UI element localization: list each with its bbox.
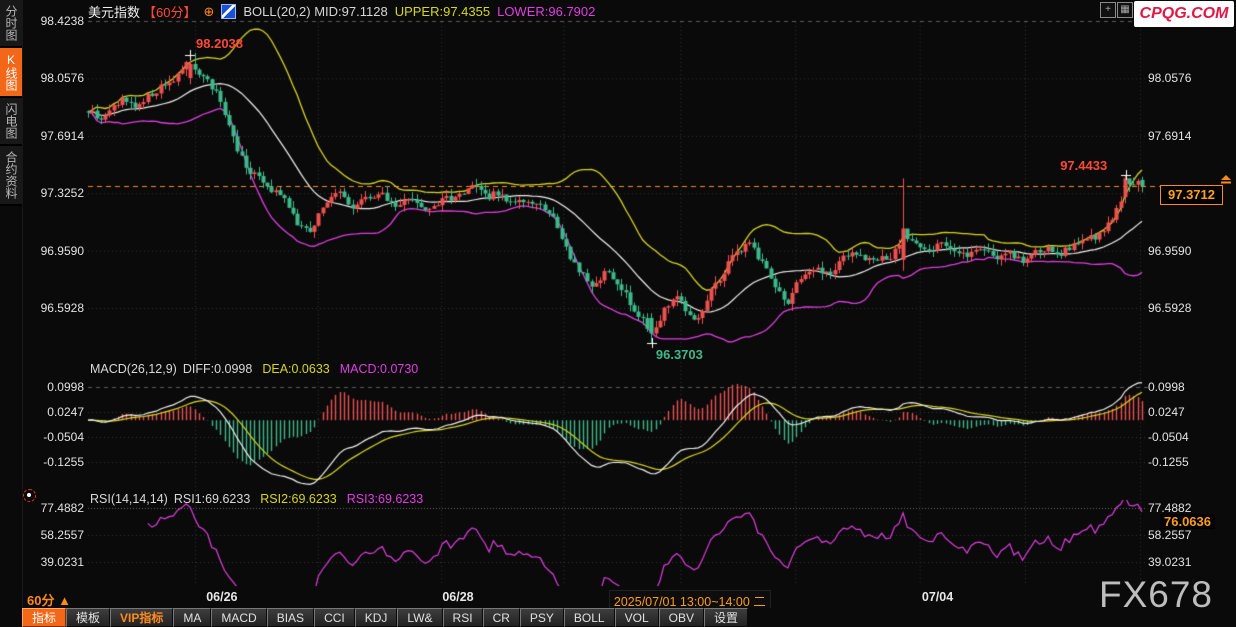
rsi-label: RSI(14,14,14)	[90, 492, 168, 506]
rsi1-value: RSI1:69.6233	[173, 492, 251, 506]
toolbar-item-cr[interactable]: CR	[482, 608, 520, 627]
x-axis-date-label: 07/04	[921, 590, 954, 604]
rsi-axis-label: 77.4882	[1148, 501, 1192, 515]
macd-diff-value: DIFF:0.0998	[182, 362, 253, 376]
boll-lower-value: LOWER:96.7902	[497, 4, 596, 19]
sidebar: 分时图 K线图 闪电图 合约资料	[0, 0, 23, 627]
toolbar-item-indicator[interactable]: 指标	[22, 608, 67, 627]
chart-app: 分时图 K线图 闪电图 合约资料 美元指数 【60分】 ⊕ BOLL(20,2) …	[0, 0, 1236, 627]
plus-circle-icon[interactable]: ⊕	[203, 4, 214, 20]
price-arrow-icon[interactable]	[1219, 174, 1233, 184]
sidebar-item-flash[interactable]: 闪电图	[0, 98, 22, 146]
toolbar-item-vol[interactable]: VOL	[614, 608, 659, 627]
price-axis-label: 96.5928	[1148, 301, 1192, 315]
indicator-toolbar: 指标 模板 VIP指标 MA MACD BIAS CCI KDJ LW& RSI…	[22, 608, 1236, 627]
price-axis-label: 97.6914	[1148, 128, 1192, 143]
extreme-price-annotation: 98.2038	[196, 36, 244, 52]
extreme-price-annotation: 97.4433	[1060, 157, 1108, 173]
price-axis-label: 98.0576	[1148, 71, 1192, 86]
current-price-tag: 97.3712	[1160, 184, 1223, 205]
macd-axis-label: -0.0504	[1148, 430, 1189, 444]
chart-canvas[interactable]	[0, 0, 1236, 627]
chart-header: 美元指数 【60分】 ⊕ BOLL(20,2) MID:97.1128 UPPER…	[88, 2, 595, 21]
toolbar-item-template[interactable]: 模板	[66, 608, 111, 627]
boll-values: BOLL(20,2) MID:97.1128	[243, 4, 388, 19]
toolbar-item-macd[interactable]: MACD	[211, 608, 267, 627]
sidebar-item-contract-info[interactable]: 合约资料	[0, 146, 22, 206]
sidebar-item-kline[interactable]: K线图	[0, 48, 22, 98]
symbol-title: 美元指数	[88, 5, 141, 20]
toolbar-item-ma[interactable]: MA	[173, 608, 212, 627]
period-label: 【60分】	[143, 5, 197, 20]
alert-target-icon[interactable]	[23, 489, 36, 502]
toolbar-item-psy[interactable]: PSY	[519, 608, 564, 627]
scale-icon[interactable]: ▦	[1117, 2, 1133, 18]
toolbar-item-rsi[interactable]: RSI	[442, 608, 483, 627]
x-axis-row: 60分 ▲ 06/26 06/28 2025/07/01 13:00~14:00 二…	[0, 588, 1236, 611]
x-axis-date-label: 06/26	[206, 590, 238, 604]
indicator-icon[interactable]	[221, 4, 237, 19]
extreme-price-annotation: 96.3703	[655, 346, 703, 362]
triangle-up-icon: ▲	[58, 593, 71, 608]
boll-upper-value: UPPER:97.4355	[394, 4, 491, 19]
rsi-header: RSI(14,14,14) RSI1:69.6233 RSI2:69.6233 …	[90, 492, 423, 506]
toolbar-item-kdj[interactable]: KDJ	[354, 608, 398, 627]
macd-header: MACD(26,12,9) DIFF:0.0998 DEA:0.0633 MAC…	[90, 362, 418, 376]
cpqg-logo[interactable]: CPQG.COM	[1134, 1, 1234, 27]
macd-dea-value: DEA:0.0633	[262, 362, 330, 376]
macd-label: MACD(26,12,9)	[90, 362, 177, 376]
rsi-axis-label: 58.2557	[1148, 527, 1192, 542]
period-selector[interactable]: 60分 ▲	[27, 590, 71, 609]
toolbar-item-boll[interactable]: BOLL	[563, 608, 615, 627]
sidebar-item-timeline[interactable]: 分时图	[0, 0, 22, 48]
toolbar-item-lw[interactable]: LW&	[397, 608, 443, 627]
rsi3-value: RSI3:69.6233	[346, 492, 424, 506]
macd-axis-label: 0.0998	[1148, 380, 1185, 394]
macd-bar-value: MACD:0.0730	[339, 362, 419, 376]
toolbar-item-cci[interactable]: CCI	[314, 608, 355, 627]
rsi-last-value-tag: 76.0636	[1160, 513, 1215, 529]
toolbar-item-settings[interactable]: 设置	[703, 608, 748, 627]
macd-axis-label: -0.1255	[1148, 455, 1189, 469]
rsi2-value: RSI2:69.6233	[260, 492, 337, 506]
toolbar-item-obv[interactable]: OBV	[658, 608, 704, 627]
toolbar-item-bias[interactable]: BIAS	[266, 608, 315, 627]
macd-axis-label: 0.0247	[1148, 405, 1185, 419]
pan-icon[interactable]: +	[1100, 2, 1116, 18]
rsi-axis-label: 39.0231	[1148, 555, 1192, 569]
x-axis-date-label: 06/28	[442, 590, 474, 604]
price-axis-label: 96.9590	[1148, 243, 1192, 258]
toolbar-item-vip-indicator[interactable]: VIP指标	[110, 608, 174, 627]
